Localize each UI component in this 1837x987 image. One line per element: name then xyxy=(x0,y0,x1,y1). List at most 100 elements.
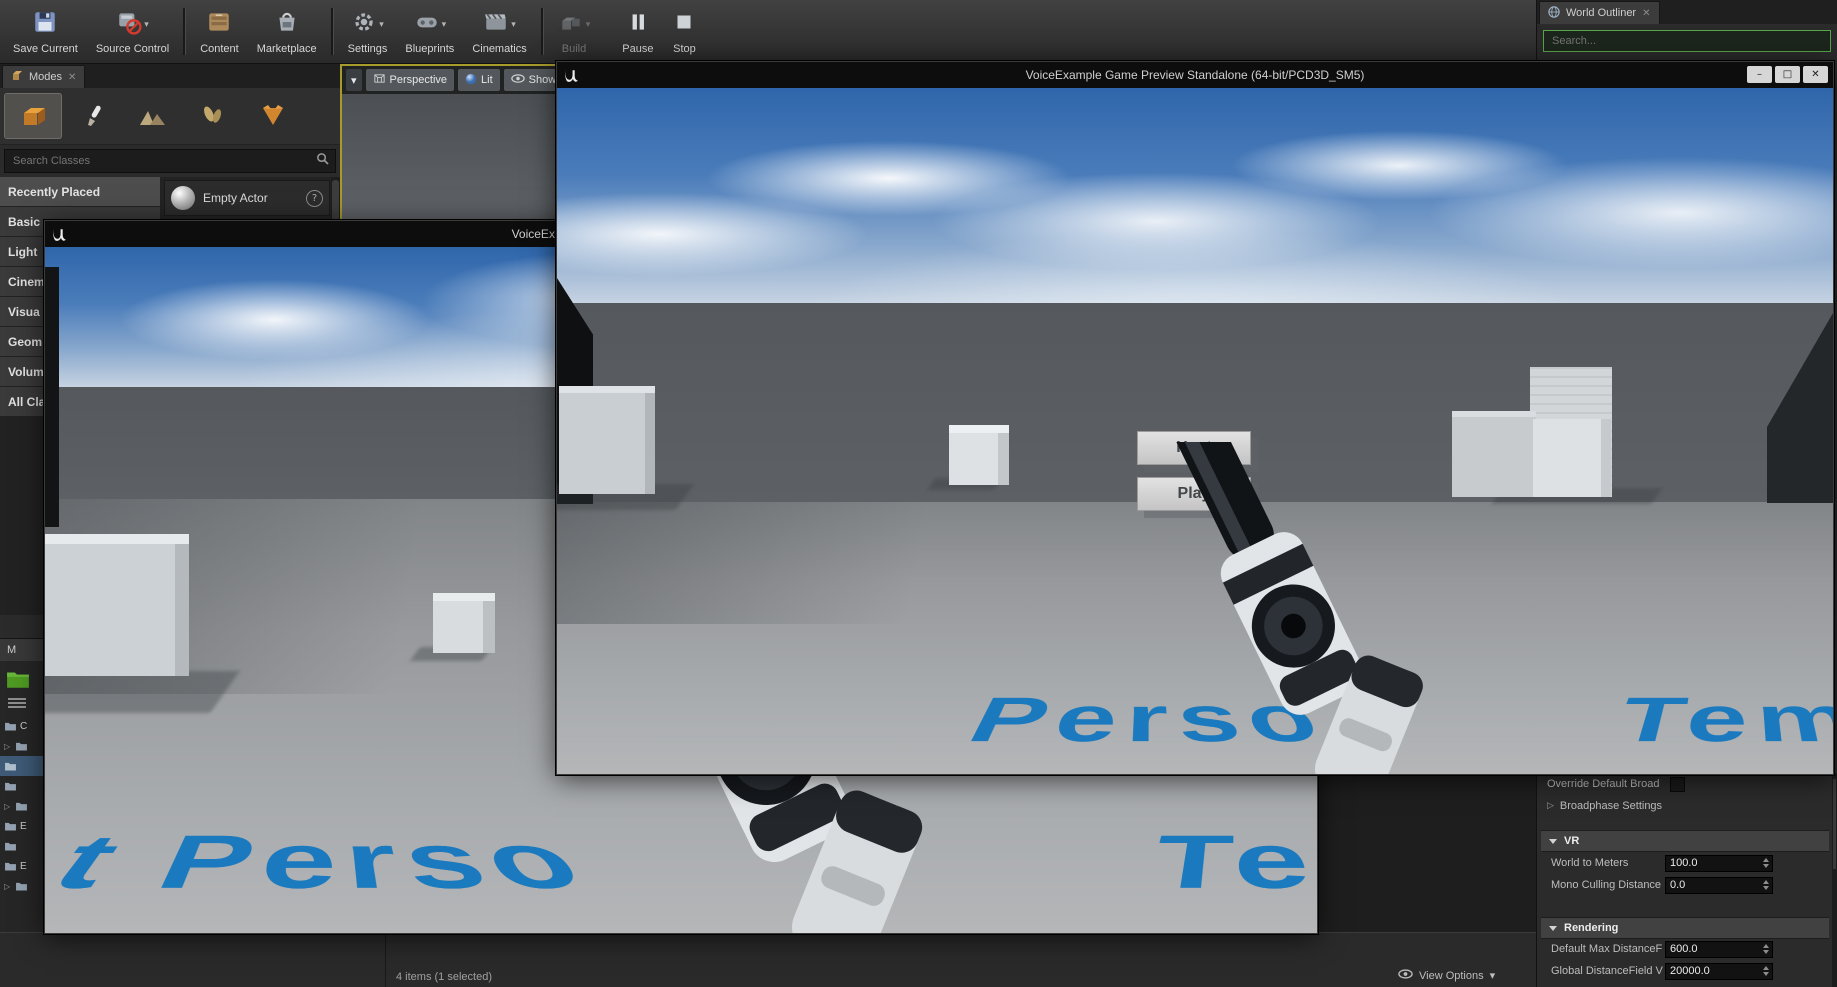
section-header-vr[interactable]: VR xyxy=(1541,830,1829,852)
mode-place[interactable] xyxy=(4,93,62,139)
folder-icon xyxy=(16,802,27,811)
settings-button[interactable]: ▾ Settings xyxy=(339,0,397,63)
stop-icon xyxy=(671,9,697,40)
tree-row[interactable] xyxy=(0,776,44,796)
folder-icon xyxy=(5,762,16,771)
view-options-button[interactable]: View Options ▾ xyxy=(1398,969,1495,982)
category-recently-placed[interactable]: Recently Placed xyxy=(0,177,160,206)
dropdown-arrow-icon[interactable]: ▾ xyxy=(144,20,149,30)
close-icon[interactable]: ✕ xyxy=(1642,8,1650,19)
window-title-bar[interactable]: VoiceExample Game Preview Standalone (64… xyxy=(557,62,1833,88)
tree-row[interactable]: ▷ xyxy=(0,876,44,896)
white-box xyxy=(1452,411,1536,497)
mode-paint[interactable] xyxy=(64,93,122,139)
property-row: Default Max DistanceF 600.0 xyxy=(1551,940,1773,958)
marketplace-icon xyxy=(274,9,300,40)
floor-text: t Perso xyxy=(45,822,617,908)
tab-world-outliner[interactable]: World Outliner ✕ xyxy=(1539,1,1660,24)
mono-culling-distance-spinbox[interactable]: 0.0 xyxy=(1665,876,1773,894)
gear-icon xyxy=(351,9,377,40)
expand-arrow-icon: ▷ xyxy=(4,741,11,751)
tree-row-selected[interactable] xyxy=(0,756,44,776)
tree-row[interactable]: ▷ xyxy=(0,796,44,816)
world-to-meters-spinbox[interactable]: 100.0 xyxy=(1665,854,1773,872)
help-icon[interactable]: ? xyxy=(306,189,323,207)
viewport-options-button[interactable]: ▾ xyxy=(346,69,362,91)
override-checkbox[interactable] xyxy=(1669,776,1685,792)
source-control-button[interactable]: ▾ Source Control xyxy=(87,0,178,63)
build-button[interactable]: ▾ Build xyxy=(549,0,600,63)
box-shadow xyxy=(45,671,240,713)
folder-icon xyxy=(5,862,16,871)
spinner-arrows-icon[interactable] xyxy=(1760,942,1771,957)
unreal-logo-icon xyxy=(563,67,580,84)
dropdown-arrow-icon[interactable]: ▾ xyxy=(379,20,384,30)
scrollbar-thumb[interactable] xyxy=(1833,779,1836,869)
list-item-empty-actor[interactable]: Empty Actor ? xyxy=(164,180,330,216)
mode-selector xyxy=(0,88,340,145)
unreal-logo-icon xyxy=(51,226,68,243)
dropdown-arrow-icon[interactable]: ▾ xyxy=(586,20,591,30)
global-distancefield-spinbox[interactable]: 20000.0 xyxy=(1665,962,1773,980)
expanded-arrow-icon xyxy=(1549,838,1557,844)
broadphase-settings-row[interactable]: ▷ Broadphase Settings xyxy=(1547,797,1662,815)
search-icon xyxy=(316,152,329,170)
expand-arrow-icon: ▷ xyxy=(4,881,11,891)
spinner-arrows-icon[interactable] xyxy=(1760,856,1771,871)
marketplace-button[interactable]: Marketplace xyxy=(248,0,326,63)
stop-button[interactable]: Stop xyxy=(662,0,706,63)
cinematics-button[interactable]: ▾ Cinematics xyxy=(463,0,535,63)
dropdown-arrow-icon: ▾ xyxy=(1489,969,1496,982)
mode-foliage[interactable] xyxy=(184,93,242,139)
toolbar-separator xyxy=(540,8,544,55)
tree-row[interactable]: ▷ xyxy=(0,736,44,756)
dropdown-arrow-icon[interactable]: ▾ xyxy=(511,20,516,30)
mode-mesh-paint[interactable] xyxy=(244,93,302,139)
lit-sphere-icon xyxy=(465,73,477,88)
scrollbar[interactable] xyxy=(1832,773,1837,987)
close-icon[interactable]: ✕ xyxy=(68,72,76,83)
tab-modes[interactable]: Modes ✕ xyxy=(2,65,86,88)
pause-button[interactable]: Pause xyxy=(613,0,662,63)
filters-icon[interactable] xyxy=(8,698,26,709)
lit-button[interactable]: Lit xyxy=(458,69,500,91)
default-max-distance-spinbox[interactable]: 600.0 xyxy=(1665,940,1773,958)
search-classes-input[interactable] xyxy=(11,154,312,168)
dropdown-arrow-icon[interactable]: ▾ xyxy=(442,20,447,30)
minimize-button[interactable]: – xyxy=(1747,66,1772,83)
save-current-button[interactable]: Save Current xyxy=(4,0,87,63)
tree-row[interactable]: C xyxy=(0,716,44,736)
perspective-button[interactable]: Perspective xyxy=(365,69,455,91)
foliage-leaves-icon xyxy=(204,106,222,123)
folder-icon xyxy=(5,722,16,731)
outliner-search-input[interactable] xyxy=(1550,34,1824,48)
tab-content-browser[interactable]: M xyxy=(0,639,44,661)
show-eye-icon xyxy=(510,74,525,86)
pause-icon xyxy=(625,9,651,40)
mode-landscape[interactable] xyxy=(124,93,182,139)
section-header-rendering[interactable]: Rendering xyxy=(1541,917,1829,939)
blueprints-button[interactable]: ▾ Blueprints xyxy=(396,0,463,63)
add-new-folder-icon xyxy=(7,672,29,688)
viewport-scene[interactable] xyxy=(342,94,556,226)
property-row: Mono Culling Distance 0.0 xyxy=(1551,876,1773,894)
game-viewport[interactable]: Host Play Perso Tem xyxy=(557,88,1833,774)
spinner-arrows-icon[interactable] xyxy=(1760,878,1771,893)
spinner-arrows-icon[interactable] xyxy=(1760,964,1771,979)
close-button[interactable]: ✕ xyxy=(1803,66,1828,83)
maximize-button[interactable]: □ xyxy=(1775,66,1800,83)
floor-text: Te xyxy=(1141,822,1317,908)
property-row: Global DistanceField V 20000.0 xyxy=(1551,962,1773,980)
tree-row[interactable] xyxy=(0,836,44,856)
modes-tab-icon xyxy=(11,70,23,85)
editor-viewport[interactable]: ▾ Perspective Lit Show xyxy=(340,64,556,226)
expanded-arrow-icon xyxy=(1549,925,1557,931)
show-button[interactable]: Show xyxy=(503,69,556,91)
content-browser-icon xyxy=(206,9,232,40)
tree-row[interactable]: E xyxy=(0,856,44,876)
add-new-button[interactable] xyxy=(6,669,30,689)
outliner-tab-row: World Outliner ✕ xyxy=(1537,0,1837,24)
content-button[interactable]: Content xyxy=(191,0,248,63)
collapsed-arrow-icon[interactable]: ▷ xyxy=(1547,801,1554,811)
tree-row[interactable]: E xyxy=(0,816,44,836)
